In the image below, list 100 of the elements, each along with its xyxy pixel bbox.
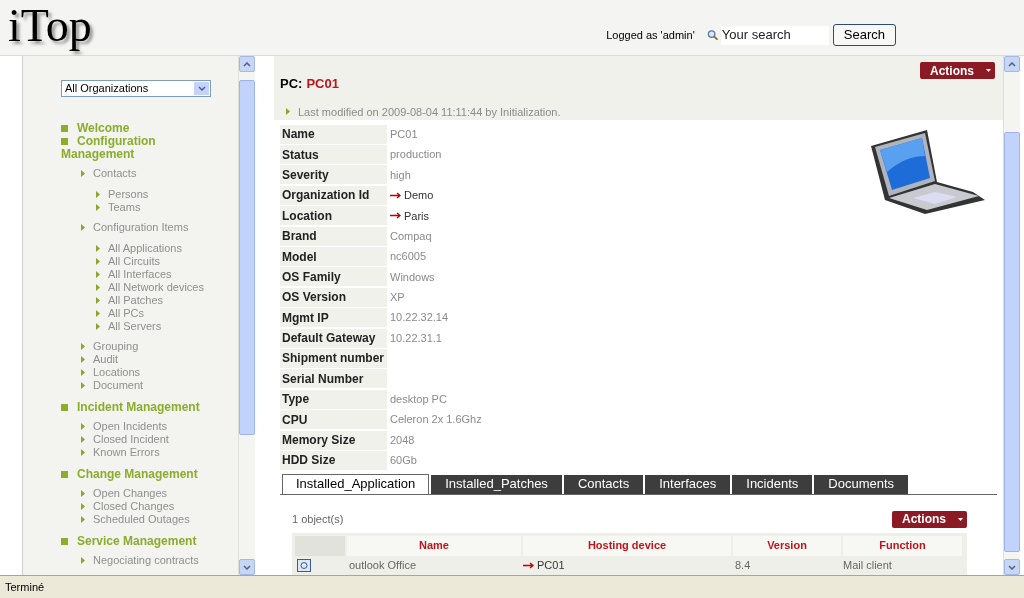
field-value: 10.22.32.14 <box>390 310 449 326</box>
field-value: XP <box>390 290 405 306</box>
menu-link[interactable]: Scheduled Outages <box>93 513 190 526</box>
menu-link[interactable]: Audit <box>93 353 119 366</box>
field-label: Memory Size <box>280 430 387 450</box>
scroll-up-button[interactable] <box>239 56 255 72</box>
table-cell[interactable]: outlook Office <box>347 557 523 574</box>
table-cell-text: 8.4 <box>734 558 752 574</box>
column-header[interactable]: Version <box>733 535 841 556</box>
field-label: OS Family <box>280 267 387 287</box>
menu-link[interactable]: Open Incidents <box>93 420 167 433</box>
column-header[interactable]: Function <box>843 535 962 556</box>
menu-link[interactable]: All Patches <box>108 294 164 307</box>
bullet-triangle-icon <box>81 557 85 564</box>
tab[interactable]: Installed_Patches <box>431 474 562 494</box>
menu-link[interactable]: Document <box>93 379 144 392</box>
menu-link[interactable]: Persons <box>108 188 149 201</box>
menu-section-link[interactable]: Service Management <box>61 535 221 548</box>
chevron-up-icon <box>243 61 251 67</box>
caret-icon <box>958 517 963 521</box>
scroll-down-button[interactable] <box>239 559 255 575</box>
menu-link[interactable]: All Network devices <box>108 281 204 294</box>
tab[interactable]: Installed_Application <box>282 473 430 494</box>
menu-section-link[interactable]: Incident Management <box>61 401 221 414</box>
scroll-thumb[interactable] <box>1004 132 1020 552</box>
actions-button[interactable]: Actions <box>920 62 995 79</box>
field-value: high <box>390 167 411 183</box>
column-header[interactable]: Name <box>347 535 521 556</box>
bullet-triangle-icon <box>81 224 85 231</box>
chevron-down-icon <box>1008 564 1016 570</box>
menu-link[interactable]: Teams <box>108 201 141 214</box>
tab[interactable]: Documents <box>814 474 909 494</box>
field-label: OS Version <box>280 287 387 307</box>
menu-link[interactable]: Contacts <box>93 167 137 180</box>
field-label: CPU <box>280 410 387 430</box>
scroll-down-button[interactable] <box>1004 559 1020 575</box>
menu-link[interactable]: All Applications <box>108 242 182 255</box>
menu-link[interactable]: Configuration Items <box>93 221 189 234</box>
field-link[interactable]: Demo <box>390 187 434 204</box>
search-button[interactable]: Search <box>832 24 896 46</box>
chevron-down-icon <box>243 564 251 570</box>
field-label: Severity <box>280 165 387 185</box>
scroll-up-button[interactable] <box>1004 56 1020 72</box>
field-label: HDD Size <box>280 450 387 470</box>
field-value: production <box>390 147 442 163</box>
menu-link[interactable]: Negociating contracts <box>93 554 199 567</box>
field-label: Location <box>280 206 387 226</box>
status-text: Terminé <box>5 579 45 595</box>
table-cell[interactable]: PC01 <box>523 557 733 574</box>
field-value: desktop PC <box>390 392 447 407</box>
menu-link[interactable]: Known Errors <box>93 446 160 459</box>
field-label: Shipment number <box>280 349 387 368</box>
scrollbar[interactable] <box>238 56 255 575</box>
field-label: Mgmt IP <box>280 308 387 328</box>
menu-section-link[interactable]: Change Management <box>61 468 221 481</box>
link-arrow-icon <box>523 562 535 570</box>
caret-icon <box>986 69 991 72</box>
field-label: Default Gateway <box>280 328 387 348</box>
menu-section-link[interactable]: Configuration Management <box>61 135 221 161</box>
tab[interactable]: Incidents <box>732 474 813 494</box>
field-value: Compaq <box>390 228 432 244</box>
bullet-triangle-icon <box>81 170 85 177</box>
search-field[interactable]: Your search <box>720 25 829 45</box>
field-value: 60Gb <box>390 453 417 469</box>
scroll-thumb[interactable] <box>239 80 255 435</box>
menu-section-link[interactable]: Welcome <box>61 122 221 135</box>
menu-link[interactable]: All Servers <box>108 320 162 333</box>
logged-as-text: Logged as 'admin' <box>606 27 695 43</box>
bullet-triangle-icon <box>286 108 290 116</box>
field-value: PC01 <box>390 126 418 142</box>
menu-link[interactable]: All Interfaces <box>108 268 172 281</box>
column-header[interactable]: Hosting device <box>523 535 731 556</box>
object-class-label: PC: <box>280 75 303 93</box>
menu-link[interactable]: All PCs <box>108 307 145 320</box>
menu-link[interactable]: All Circuits <box>108 255 160 268</box>
object-count: 1 object(s) <box>292 511 344 527</box>
scrollbar[interactable] <box>1003 56 1020 575</box>
last-modified-text: Last modified on 2009-08-04 11:11:44 by Initialization. <box>298 104 561 120</box>
actions-button[interactable]: Actions <box>892 510 967 528</box>
field-label: Type <box>280 389 387 409</box>
menu-link[interactable]: Closed Changes <box>93 500 175 513</box>
logo: iTop <box>8 0 92 52</box>
tab[interactable]: Interfaces <box>645 474 731 494</box>
link-arrow-icon <box>390 212 402 220</box>
menu-link[interactable]: Closed Incident <box>93 433 169 446</box>
object-name: PC01 <box>306 75 339 93</box>
organization-select[interactable]: All Organizations <box>61 80 211 97</box>
menu-link[interactable]: Locations <box>93 366 141 379</box>
field-label: Organization Id <box>280 185 387 205</box>
dropdown-chevron-icon <box>194 82 209 95</box>
field-value: Celeron 2x 1.6Ghz <box>390 412 482 428</box>
field-value: 2048 <box>390 432 415 448</box>
menu-link[interactable]: Open Changes <box>93 487 167 500</box>
tab[interactable]: Contacts <box>563 474 644 494</box>
application-icon <box>297 559 311 573</box>
field-link[interactable]: Paris <box>390 207 430 224</box>
chevron-up-icon <box>1008 61 1016 67</box>
field-value: nc6005 <box>390 249 427 265</box>
menu-link[interactable]: Grouping <box>93 340 139 353</box>
search-icon <box>706 29 719 41</box>
